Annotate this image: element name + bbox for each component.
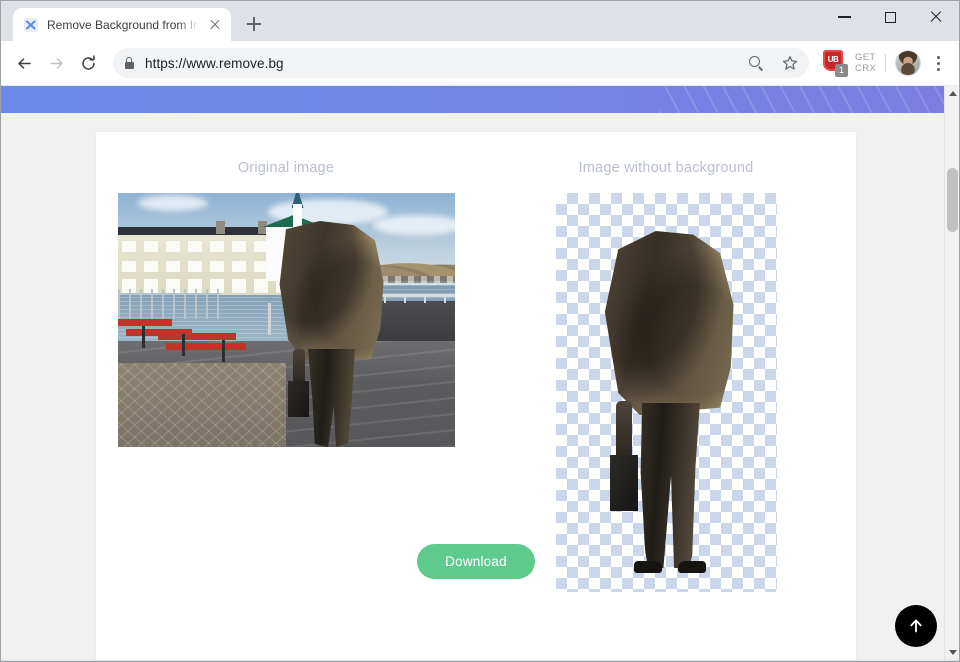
vertical-scrollbar[interactable] <box>944 86 959 660</box>
page-viewport: Original image Image without background … <box>1 86 959 660</box>
tab-strip: Remove Background from Image <box>1 1 959 41</box>
bench-leg <box>141 326 145 348</box>
minimize-button[interactable] <box>821 1 867 33</box>
tab-title: Remove Background from Image <box>47 17 199 32</box>
red-bench <box>157 333 236 340</box>
scrollbar-thumb[interactable] <box>947 168 958 232</box>
forward-arrow-icon <box>48 55 65 72</box>
new-tab-button[interactable] <box>240 10 268 38</box>
original-image-label: Original image <box>237 160 335 176</box>
reload-button[interactable] <box>73 48 103 78</box>
remove-bg-favicon <box>23 17 39 33</box>
close-icon[interactable] <box>207 17 223 33</box>
search-magnifier-icon <box>749 56 763 71</box>
original-image-pane: Original image <box>96 160 476 592</box>
railing <box>117 289 220 319</box>
cutout-image[interactable] <box>555 193 777 592</box>
statue-rock-head <box>279 221 384 359</box>
statue-figure <box>278 221 384 447</box>
star-icon <box>782 55 798 71</box>
chrome-menu-button[interactable] <box>925 48 951 78</box>
briefcase <box>287 381 309 417</box>
toolbar-divider <box>885 54 886 72</box>
banner-decoration <box>659 86 959 113</box>
arrow-up-icon <box>906 616 926 636</box>
statue-arm <box>615 401 632 461</box>
browser-tab[interactable]: Remove Background from Image <box>13 8 231 41</box>
extension-count-badge: 1 <box>835 64 849 77</box>
close-window-button[interactable] <box>913 1 959 33</box>
avatar[interactable] <box>895 50 921 76</box>
cloud <box>137 195 208 211</box>
reload-icon <box>80 54 97 72</box>
download-row: Download <box>96 544 856 579</box>
omnibox-actions <box>741 48 805 78</box>
scroll-down-arrow-icon[interactable] <box>945 645 959 660</box>
forward-button[interactable] <box>41 48 71 78</box>
browser-window: Remove Background from Image <box>0 0 960 662</box>
maximize-button[interactable] <box>867 1 913 33</box>
railing-post <box>267 303 271 335</box>
bench-leg <box>181 334 185 356</box>
bookmark-button[interactable] <box>775 48 805 78</box>
back-button[interactable] <box>9 48 39 78</box>
statue-rock-head <box>604 231 734 415</box>
window-controls <box>821 1 959 33</box>
download-button[interactable]: Download <box>417 544 535 579</box>
page-content: Original image Image without background … <box>1 113 959 660</box>
cutout-image-pane: Image without background <box>476 160 856 592</box>
briefcase <box>609 455 638 511</box>
secure-lock-icon <box>113 48 145 78</box>
zoom-search-button[interactable] <box>741 48 771 78</box>
statue-arm <box>292 349 305 385</box>
chimney <box>215 221 225 234</box>
url-text: https://www.remove.bg <box>145 55 284 71</box>
browser-toolbar: https://www.remove.bg UB 1 GET CRX <box>1 41 959 86</box>
bench-leg <box>221 340 225 362</box>
get-crx-button[interactable]: GET CRX <box>855 52 876 74</box>
back-arrow-icon <box>16 55 33 72</box>
cobblestone <box>117 363 286 447</box>
red-bench <box>165 343 246 350</box>
image-comparison: Original image Image without background <box>96 132 856 592</box>
address-bar[interactable]: https://www.remove.bg <box>113 48 810 78</box>
statue-legs <box>307 349 356 447</box>
scroll-to-top-button[interactable] <box>895 605 937 647</box>
result-card: Original image Image without background … <box>96 132 856 660</box>
red-bench <box>117 319 172 326</box>
scroll-up-arrow-icon[interactable] <box>945 86 959 101</box>
site-banner <box>1 86 959 113</box>
cutout-image-label: Image without background <box>578 160 754 176</box>
original-image[interactable] <box>117 193 455 447</box>
extension-button[interactable]: UB 1 <box>821 49 849 77</box>
